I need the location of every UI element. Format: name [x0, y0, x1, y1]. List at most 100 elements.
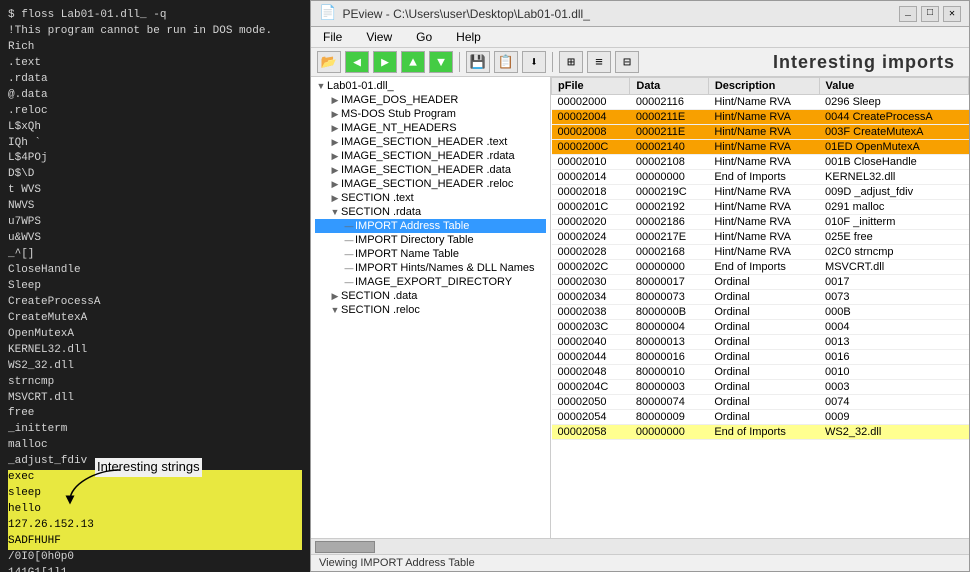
tree-item[interactable]: ▶SECTION .data	[315, 289, 546, 303]
terminal-line: Rich	[8, 40, 302, 56]
table-row[interactable]: 000020040000211EHint/Name RVA0044 Create…	[552, 110, 969, 125]
tree-item[interactable]: ▼SECTION .rdata	[315, 205, 546, 219]
cell-value: 01ED OpenMutexA	[819, 140, 968, 155]
horizontal-scrollbar[interactable]	[311, 538, 969, 554]
toolbar-save1-button[interactable]: 💾	[466, 51, 490, 73]
table-row[interactable]: 0000205480000009Ordinal0009	[552, 410, 969, 425]
menu-view[interactable]: View	[362, 29, 396, 45]
cell-data: 0000217E	[630, 230, 708, 245]
tree-item[interactable]: ▶IMAGE_SECTION_HEADER .rdata	[315, 149, 546, 163]
menu-go[interactable]: Go	[412, 29, 436, 45]
table-row[interactable]: 0000201C00002192Hint/Name RVA0291 malloc	[552, 200, 969, 215]
cell-value: 000B	[819, 305, 968, 320]
table-row[interactable]: 0000205080000074Ordinal0074	[552, 395, 969, 410]
tree-item[interactable]: ▶IMAGE_DOS_HEADER	[315, 93, 546, 107]
tree-expand-icon: ▶	[329, 165, 341, 176]
tree-item[interactable]: —IMAGE_EXPORT_DIRECTORY	[315, 275, 546, 289]
tree-item[interactable]: ▶SECTION .text	[315, 191, 546, 205]
tree-item[interactable]: —IMPORT Name Table	[315, 247, 546, 261]
terminal-line: NWVS	[8, 199, 302, 215]
cell-data: 0000211E	[630, 110, 708, 125]
table-row[interactable]: 0000201400000000End of ImportsKERNEL32.d…	[552, 170, 969, 185]
minimize-button[interactable]: _	[899, 6, 917, 22]
table-row[interactable]: 000020388000000BOrdinal000B	[552, 305, 969, 320]
toolbar-grid1-button[interactable]: ⊞	[559, 51, 583, 73]
cell-pfile: 0000202C	[552, 260, 630, 275]
cell-data: 00002168	[630, 245, 708, 260]
menu-file[interactable]: File	[319, 29, 346, 45]
cell-pfile: 00002040	[552, 335, 630, 350]
tree-item[interactable]: ▶IMAGE_NT_HEADERS	[315, 121, 546, 135]
tree-item[interactable]: ▶MS-DOS Stub Program	[315, 107, 546, 121]
table-row[interactable]: 0000204880000010Ordinal0010	[552, 365, 969, 380]
cell-pfile: 00002034	[552, 290, 630, 305]
tree-panel[interactable]: ▼ Lab01-01.dll_ ▶IMAGE_DOS_HEADER▶MS-DOS…	[311, 77, 551, 538]
table-body: 0000200000002116Hint/Name RVA0296 Sleep0…	[552, 95, 969, 440]
toolbar-save2-button[interactable]: 📋	[494, 51, 518, 73]
restore-button[interactable]: □	[921, 6, 939, 22]
tree-expand-icon: —	[343, 221, 355, 231]
tree-item[interactable]: —IMPORT Address Table	[315, 219, 546, 233]
scroll-thumb[interactable]	[315, 541, 375, 553]
cell-data: 80000009	[630, 410, 708, 425]
table-row[interactable]: 0000204080000013Ordinal0013	[552, 335, 969, 350]
close-button[interactable]: ✕	[943, 6, 961, 22]
table-row[interactable]: 0000202C00000000End of ImportsMSVCRT.dll	[552, 260, 969, 275]
table-header-row: pFile Data Description Value	[552, 78, 969, 95]
toolbar-back-button[interactable]: ◀	[345, 51, 369, 73]
table-row[interactable]: 0000202000002186Hint/Name RVA010F _initt…	[552, 215, 969, 230]
toolbar-grid3-button[interactable]: ⊟	[615, 51, 639, 73]
cell-pfile: 00002020	[552, 215, 630, 230]
toolbar-forward-button[interactable]: ▶	[373, 51, 397, 73]
cell-value: 009D _adjust_fdiv	[819, 185, 968, 200]
cell-description: Ordinal	[708, 350, 819, 365]
tree-item[interactable]: ▶IMAGE_SECTION_HEADER .text	[315, 135, 546, 149]
cell-value: 0009	[819, 410, 968, 425]
cell-value: 0296 Sleep	[819, 95, 968, 110]
cell-value: 001B CloseHandle	[819, 155, 968, 170]
terminal-line: free	[8, 406, 302, 422]
toolbar-grid2-button[interactable]: ≡	[587, 51, 611, 73]
cell-pfile: 00002050	[552, 395, 630, 410]
table-panel[interactable]: pFile Data Description Value 00002000000…	[551, 77, 969, 538]
table-row[interactable]: 000020180000219CHint/Name RVA009D _adjus…	[552, 185, 969, 200]
toolbar-open-button[interactable]: 📂	[317, 51, 341, 73]
cell-pfile: 0000201C	[552, 200, 630, 215]
table-row[interactable]: 0000203C80000004Ordinal0004	[552, 320, 969, 335]
tree-expand-icon: —	[343, 235, 355, 245]
tree-item[interactable]: —IMPORT Directory Table	[315, 233, 546, 247]
table-row[interactable]: 0000202800002168Hint/Name RVA02C0 strncm…	[552, 245, 969, 260]
cell-pfile: 00002038	[552, 305, 630, 320]
toolbar-download-button[interactable]: ⬇	[522, 51, 546, 73]
terminal-line: sleep	[8, 486, 302, 502]
tree-item-root[interactable]: ▼ Lab01-01.dll_	[315, 79, 546, 93]
tree-expand-icon: ▶	[329, 291, 341, 302]
table-row[interactable]: 0000203080000017Ordinal0017	[552, 275, 969, 290]
tree-item[interactable]: —IMPORT Hints/Names & DLL Names	[315, 261, 546, 275]
toolbar-down-button[interactable]: ▼	[429, 51, 453, 73]
window-controls[interactable]: _ □ ✕	[899, 6, 961, 22]
tree-items-container: ▶IMAGE_DOS_HEADER▶MS-DOS Stub Program▶IM…	[315, 93, 546, 317]
table-row[interactable]: 0000200C00002140Hint/Name RVA01ED OpenMu…	[552, 140, 969, 155]
table-row[interactable]: 0000201000002108Hint/Name RVA001B CloseH…	[552, 155, 969, 170]
tree-item[interactable]: ▼SECTION .reloc	[315, 303, 546, 317]
table-row[interactable]: 000020080000211EHint/Name RVA003F Create…	[552, 125, 969, 140]
table-row[interactable]: 000020240000217EHint/Name RVA025E free	[552, 230, 969, 245]
cell-data: 0000211E	[630, 125, 708, 140]
menu-help[interactable]: Help	[452, 29, 485, 45]
table-row[interactable]: 0000204C80000003Ordinal0003	[552, 380, 969, 395]
cell-data: 00000000	[630, 170, 708, 185]
table-row[interactable]: 0000205800000000End of ImportsWS2_32.dll	[552, 425, 969, 440]
terminal-output: $ floss Lab01-01.dll_ -q!This program ca…	[8, 8, 302, 572]
tree-expand-icon: ▶	[329, 179, 341, 190]
table-row[interactable]: 0000204480000016Ordinal0016	[552, 350, 969, 365]
table-row[interactable]: 0000203480000073Ordinal0073	[552, 290, 969, 305]
cell-description: End of Imports	[708, 425, 819, 440]
terminal-line: CreateProcessA	[8, 295, 302, 311]
tree-item[interactable]: ▶IMAGE_SECTION_HEADER .data	[315, 163, 546, 177]
arrow-icon	[65, 465, 125, 505]
toolbar-up-button[interactable]: ▲	[401, 51, 425, 73]
table-row[interactable]: 0000200000002116Hint/Name RVA0296 Sleep	[552, 95, 969, 110]
tree-item[interactable]: ▶IMAGE_SECTION_HEADER .reloc	[315, 177, 546, 191]
cell-data: 80000003	[630, 380, 708, 395]
